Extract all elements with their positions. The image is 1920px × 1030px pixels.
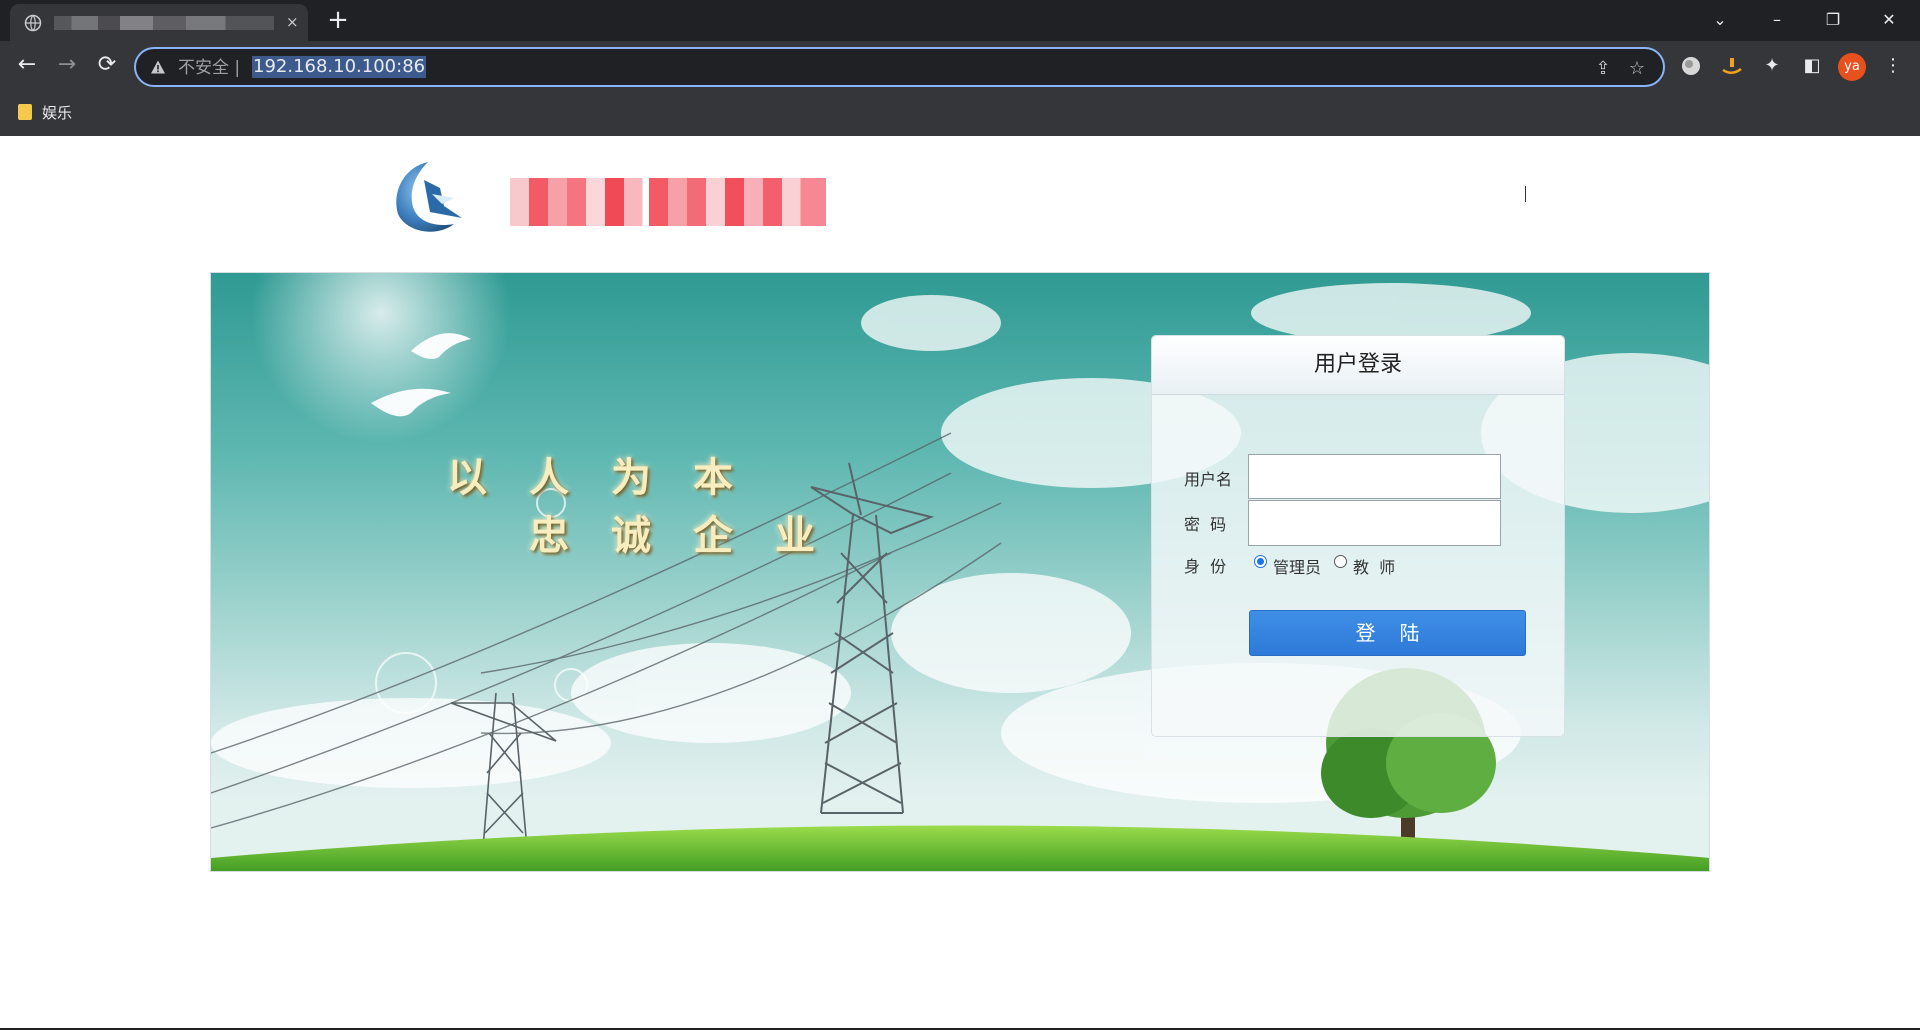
address-bar[interactable]: 不安全 | 192.168.10.100:86 ⇪ ☆ <box>134 47 1665 87</box>
restore-button[interactable]: ❐ <box>1818 8 1848 32</box>
bookmark-label: 娱乐 <box>42 103 73 122</box>
company-logo <box>396 162 462 232</box>
bookmark-star-icon[interactable]: ☆ <box>1626 58 1648 80</box>
browser-menu-icon[interactable]: ⋮ <box>1880 53 1906 79</box>
tab-close-icon[interactable]: × <box>286 13 299 31</box>
slogan-char: 业 <box>775 512 815 559</box>
role-teacher-label[interactable]: 教 师 <box>1353 554 1395 578</box>
tab-title-redacted <box>54 16 274 30</box>
role-radio-teacher[interactable] <box>1334 555 1347 568</box>
profile-avatar[interactable]: ya <box>1838 53 1866 81</box>
site-title-redacted <box>510 178 826 226</box>
slogan-char: 本 <box>693 454 733 501</box>
page-content: 以 人 为 本 忠 诚 企 业 用户登录 用户名 密 码 身 份 管理员 教 师… <box>0 136 1920 1030</box>
login-panel: 用户登录 用户名 密 码 身 份 管理员 教 师 登陆 <box>1151 335 1565 737</box>
slogan-char: 忠 <box>529 512 569 559</box>
password-label: 密 码 <box>1184 515 1227 534</box>
role-label: 身 份 <box>1184 557 1227 576</box>
url-text[interactable]: 192.168.10.100:86 <box>252 56 427 78</box>
slogan-char: 诚 <box>611 512 651 559</box>
browser-toolbar: ← → ⟳ 不安全 | 192.168.10.100:86 ⇪ ☆ ✦ ◧ ya… <box>0 41 1920 136</box>
slogan-char: 人 <box>529 454 569 501</box>
username-label: 用户名 <box>1184 470 1233 489</box>
extension-globe-icon[interactable] <box>1678 53 1704 79</box>
login-submit-button[interactable]: 登陆 <box>1249 610 1526 656</box>
password-input[interactable] <box>1248 500 1501 546</box>
side-panel-icon[interactable]: ◧ <box>1799 53 1825 79</box>
minimize-button[interactable]: – <box>1762 8 1792 32</box>
back-button[interactable]: ← <box>12 50 42 80</box>
slogan-char: 企 <box>693 512 733 559</box>
login-title: 用户登录 <box>1152 336 1564 395</box>
tab-search-button[interactable]: ⌄ <box>1705 8 1735 32</box>
security-status-label[interactable]: 不安全 | <box>178 57 240 79</box>
extensions-puzzle-icon[interactable]: ✦ <box>1759 53 1785 79</box>
browser-tab-strip: × + ⌄ – ❐ ✕ <box>0 0 1920 41</box>
new-tab-button[interactable]: + <box>324 6 352 34</box>
slogan-char: 为 <box>611 454 651 501</box>
login-banner: 以 人 为 本 忠 诚 企 业 用户登录 用户名 密 码 身 份 管理员 教 师… <box>210 272 1710 872</box>
browser-tab-active[interactable]: × <box>10 4 308 41</box>
globe-icon <box>24 14 42 32</box>
reload-button[interactable]: ⟳ <box>92 50 122 80</box>
folder-icon <box>18 104 32 120</box>
role-admin-label[interactable]: 管理员 <box>1273 554 1321 578</box>
slogan-char: 以 <box>447 454 487 501</box>
username-input[interactable] <box>1248 454 1501 499</box>
forward-button[interactable]: → <box>52 50 82 80</box>
warning-icon <box>151 60 165 74</box>
text-cursor <box>1525 186 1526 202</box>
role-radio-admin[interactable] <box>1254 555 1267 568</box>
close-window-button[interactable]: ✕ <box>1874 8 1904 32</box>
bookmark-item-yule[interactable]: 娱乐 <box>18 101 72 123</box>
share-icon[interactable]: ⇪ <box>1592 58 1614 80</box>
extension-amazon-icon[interactable] <box>1719 53 1745 79</box>
